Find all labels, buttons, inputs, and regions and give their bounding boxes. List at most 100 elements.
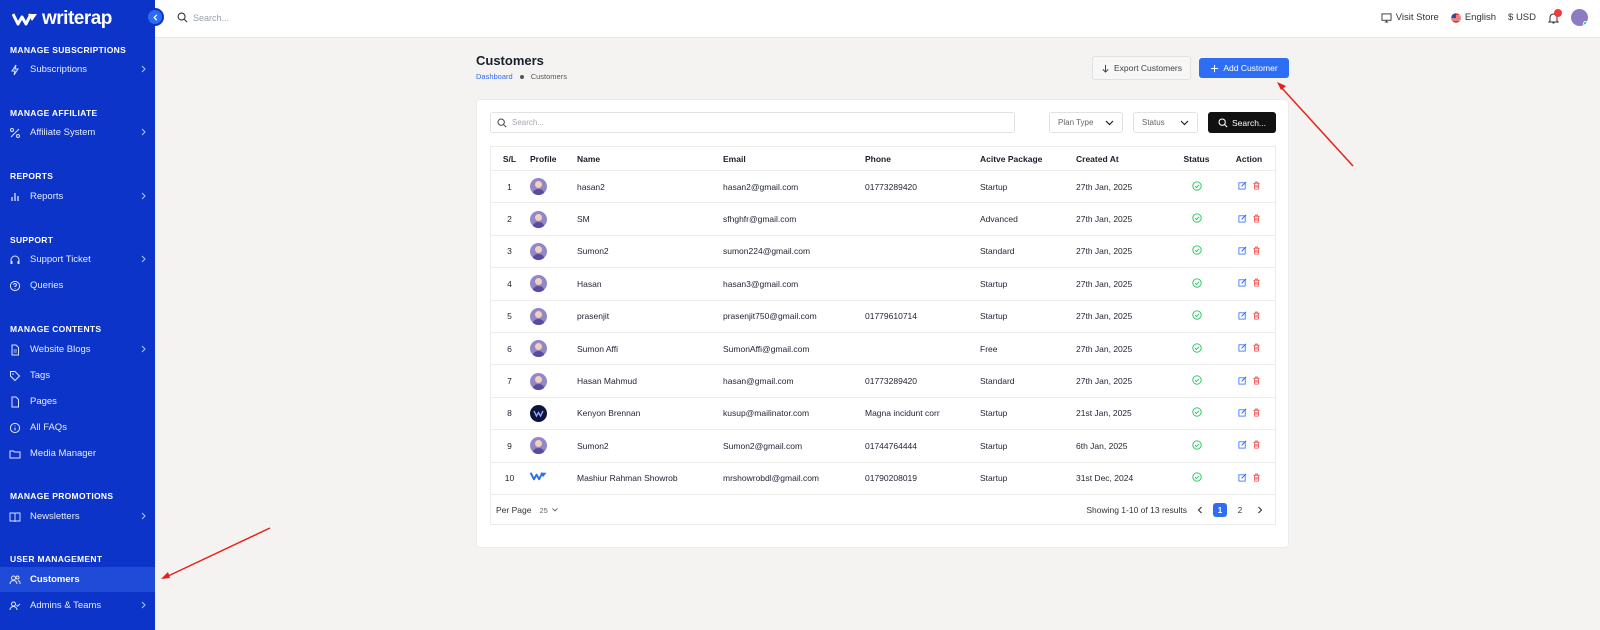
sidebar-item-subscriptions[interactable]: Subscriptions [0,57,155,82]
table-row: 5 prasenjit prasenjit750@gmail.com 01779610… [491,301,1275,333]
chevron-right-icon [141,345,146,353]
customer-email: kusup@mailinator.com [723,408,810,419]
row-serial: 3 [507,246,512,257]
table-row: 1 hasan2 hasan2@gmail.com 01773289420 Startu… [491,171,1275,204]
sidebar-item-support-ticket[interactable]: Support Ticket [0,247,155,272]
user-check-icon [9,600,21,612]
sidebar-item-label: Website Blogs [30,344,91,355]
sidebar-item-website-blogs[interactable]: Website Blogs [0,337,155,362]
status-check-icon [1191,342,1202,355]
edit-icon[interactable] [1237,440,1247,451]
edit-icon[interactable] [1237,246,1247,257]
column-header: Email [723,153,746,164]
sidebar-section-title: SUPPORT [10,235,54,245]
edit-icon[interactable] [1237,181,1247,192]
customer-name: Hasan Mahmud [577,376,638,387]
status-check-icon [1191,245,1202,257]
document-icon [9,344,21,356]
column-header: S/L [502,153,517,164]
column-header: Status [1183,153,1210,164]
status-check-icon [1191,310,1202,322]
topbar: Search... Visit Store English $ USD [155,0,1600,38]
delete-icon[interactable] [1252,246,1261,257]
sidebar-item-all-faqs[interactable]: All FAQs [0,415,155,440]
add-customer-button[interactable]: Add Customer [1199,58,1289,78]
customer-name: Sumon2 [577,440,609,451]
status-check-icon [1191,440,1202,452]
notification-button[interactable] [1548,8,1562,24]
sidebar-item-newsletters[interactable]: Newsletters [0,504,155,529]
page-2-button[interactable]: 2 [1233,503,1247,517]
avatar [530,470,547,487]
global-search[interactable]: Search... [177,12,229,23]
edit-icon[interactable] [1237,408,1247,419]
delete-icon[interactable] [1252,473,1261,484]
status-check-icon [1191,278,1202,290]
created-at: 27th Jan, 2025 [1076,278,1133,289]
sidebar-item-media-manager[interactable]: Media Manager [0,441,155,466]
chevron-right-icon [141,128,146,136]
breadcrumb-separator [519,74,524,79]
customer-phone: 01773289420 [865,181,918,192]
prev-page-button[interactable] [1193,503,1207,517]
avatar [530,210,547,228]
avatar [530,404,547,422]
export-customers-button[interactable]: Export Customers [1092,56,1191,80]
created-at: 6th Jan, 2025 [1076,440,1128,451]
sidebar-section-title: USER MANAGEMENT [10,554,103,564]
column-header: Created At [1076,153,1119,164]
customer-email: hasan3@gmail.com [723,278,799,289]
delete-icon[interactable] [1252,343,1261,354]
delete-icon[interactable] [1252,440,1261,451]
customer-package: Standard [980,376,1015,387]
edit-icon[interactable] [1237,214,1247,225]
sidebar-item-queries[interactable]: Queries [0,273,155,298]
delete-icon[interactable] [1252,408,1261,419]
delete-icon[interactable] [1252,376,1261,387]
page-1-button[interactable]: 1 [1213,503,1227,517]
avatar [530,437,547,455]
edit-icon[interactable] [1237,278,1247,289]
user-avatar[interactable] [1571,9,1588,26]
chevron-down-icon [551,508,558,512]
pagination: Showing 1-10 of 13 results 1 2 [1086,503,1267,517]
per-page-select[interactable]: 25 [539,506,558,515]
edit-icon[interactable] [1237,343,1247,354]
sidebar-collapse-button[interactable] [146,8,164,26]
users-icon [9,574,21,586]
language-selector[interactable]: English [1451,12,1496,23]
global-search-placeholder: Search... [193,12,230,23]
currency-selector[interactable]: $ USD [1508,12,1536,23]
sidebar-item-reports[interactable]: Reports [0,184,155,209]
edit-icon[interactable] [1237,473,1247,484]
delete-icon[interactable] [1252,278,1261,289]
sidebar-item-pages[interactable]: Pages [0,389,155,414]
delete-icon[interactable] [1252,181,1261,192]
annotation-arrow-customers-nav [161,527,271,579]
edit-icon[interactable] [1237,311,1247,322]
row-serial: 8 [507,408,512,419]
sidebar-item-customers[interactable]: Customers [0,567,155,592]
customer-search-input[interactable]: Search... [490,112,1015,133]
sidebar-item-admins-teams[interactable]: Admins & Teams [0,593,155,618]
next-page-button[interactable] [1253,503,1267,517]
customer-package: Startup [980,408,1008,419]
status-select[interactable]: Status [1133,112,1198,133]
app-logo[interactable]: writerap [0,0,155,38]
visit-store-link[interactable]: Visit Store [1381,12,1439,23]
customer-phone: 01779610714 [865,311,918,322]
sidebar-item-affiliate-system[interactable]: Affiliate System [0,120,155,145]
breadcrumb-dashboard[interactable]: Dashboard [476,72,513,81]
tag-icon [9,370,21,382]
sidebar-item-label: Newsletters [30,511,80,522]
edit-icon[interactable] [1237,376,1247,387]
customer-package: Advanced [980,214,1018,225]
delete-icon[interactable] [1252,214,1261,225]
results-count: Showing 1-10 of 13 results [1086,505,1187,515]
customer-name: Sumon Affi [577,343,618,354]
delete-icon[interactable] [1252,311,1261,322]
customer-name: Sumon2 [577,246,609,257]
search-button[interactable]: Search... [1208,112,1276,133]
sidebar-item-tags[interactable]: Tags [0,363,155,388]
plan-type-select[interactable]: Plan Type [1049,112,1123,133]
